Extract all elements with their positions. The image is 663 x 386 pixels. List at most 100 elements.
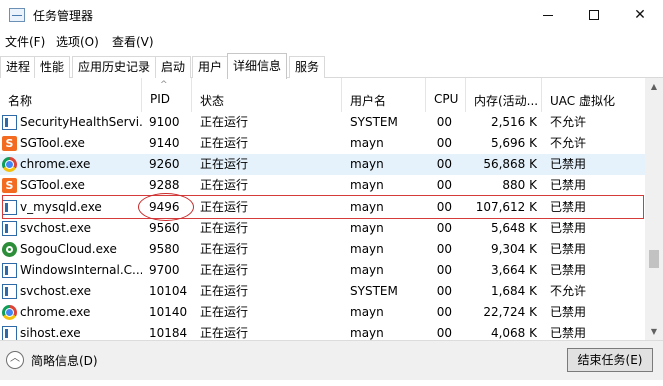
process-pid: 9580 [149, 242, 180, 256]
process-user: mayn [350, 178, 384, 192]
tab-strip: 进程 性能 应用历史记录 启动 用户 详细信息 服务 [0, 53, 663, 79]
maximize-button[interactable] [571, 0, 617, 30]
process-user: SYSTEM [350, 115, 398, 129]
process-status: 正在运行 [200, 157, 249, 171]
column-header-uac[interactable]: UAC 虚拟化 [542, 78, 645, 112]
process-status: 正在运行 [200, 178, 249, 192]
column-header-cpu[interactable]: CPU [426, 78, 466, 112]
scroll-down-icon[interactable]: ▼ [645, 323, 663, 340]
process-pid: 9100 [149, 115, 180, 129]
window-title: 任务管理器 [33, 9, 94, 23]
menu-file[interactable]: 文件(F) [5, 33, 45, 50]
process-status: 正在运行 [200, 115, 249, 129]
task-manager-window: 任务管理器 ✕ 文件(F) 选项(O) 查看(V) 进程 性能 应用历史记录 启… [0, 0, 663, 386]
scroll-up-icon[interactable]: ▲ [645, 78, 663, 95]
process-cpu: 00 [436, 200, 452, 214]
process-name: SGTool.exe [20, 136, 85, 150]
tab-users[interactable]: 用户 [192, 56, 229, 78]
process-cpu: 00 [436, 221, 452, 235]
table-row[interactable]: WindowsInternal.C... 9700 正在运行 mayn 00 3… [0, 260, 645, 281]
minimize-icon [543, 14, 553, 16]
end-task-button[interactable]: 结束任务(E) [567, 348, 653, 372]
process-pid: 9560 [149, 221, 180, 235]
process-name: chrome.exe [20, 305, 91, 319]
table-row[interactable]: sihost.exe 10184 正在运行 mayn 00 4,068 K 已禁… [0, 323, 645, 340]
process-name: SogouCloud.exe [20, 242, 117, 256]
process-pid: 9496 [149, 200, 180, 214]
sort-ascending-icon: ^ [160, 80, 168, 90]
process-name: WindowsInternal.C... [20, 263, 142, 277]
process-status: 正在运行 [200, 305, 249, 319]
table-row[interactable]: chrome.exe 10140 正在运行 mayn 00 22,724 K 已… [0, 302, 645, 323]
process-status: 正在运行 [200, 263, 249, 277]
menu-bar: 文件(F) 选项(O) 查看(V) [0, 30, 663, 52]
column-header-name[interactable]: 名称 [0, 78, 142, 112]
tab-performance[interactable]: 性能 [34, 56, 71, 78]
table-row[interactable]: S SGTool.exe 9140 正在运行 mayn 00 5,696 K 不… [0, 133, 645, 154]
tab-startup[interactable]: 启动 [155, 56, 192, 78]
bottom-edge [0, 380, 663, 386]
process-pid: 9288 [149, 178, 180, 192]
tab-processes[interactable]: 进程 [0, 56, 37, 78]
tab-services[interactable]: 服务 [289, 56, 326, 78]
process-user: mayn [350, 136, 384, 150]
process-cpu: 00 [436, 263, 452, 277]
process-memory: 1,684 K [490, 284, 537, 298]
table-row[interactable]: chrome.exe 9260 正在运行 mayn 00 56,868 K 已禁… [0, 154, 645, 175]
process-uac: 已禁用 [550, 221, 587, 235]
process-pid: 10104 [149, 284, 188, 298]
process-user: mayn [350, 157, 384, 171]
menu-view[interactable]: 查看(V) [112, 33, 154, 50]
process-memory: 2,516 K [490, 115, 537, 129]
process-uac: 不允许 [550, 136, 587, 150]
table-row[interactable]: v_mysqld.exe 9496 正在运行 mayn 00 107,612 K… [0, 197, 645, 218]
process-name: chrome.exe [20, 157, 91, 171]
process-cpu: 00 [436, 178, 452, 192]
process-memory: 9,304 K [490, 242, 537, 256]
process-uac: 已禁用 [550, 242, 587, 256]
column-header-status[interactable]: 状态 [192, 78, 342, 112]
vertical-scrollbar[interactable]: ▲ ▼ [645, 78, 663, 340]
process-user: mayn [350, 221, 384, 235]
close-button[interactable]: ✕ [617, 0, 663, 30]
process-pid: 10140 [149, 305, 188, 319]
process-status: 正在运行 [200, 326, 249, 340]
process-pid: 9260 [149, 157, 180, 171]
menu-options[interactable]: 选项(O) [56, 33, 99, 50]
column-header-memory[interactable]: 内存(活动... [466, 78, 542, 112]
maximize-icon [589, 10, 599, 20]
process-user: mayn [350, 326, 384, 340]
process-name: sihost.exe [20, 326, 81, 340]
process-cpu: 00 [436, 305, 452, 319]
table-row[interactable]: svchost.exe 9560 正在运行 mayn 00 5,648 K 已禁… [0, 218, 645, 239]
process-uac: 已禁用 [550, 263, 587, 277]
table-row[interactable]: svchost.exe 10104 正在运行 SYSTEM 00 1,684 K… [0, 281, 645, 302]
process-cpu: 00 [436, 157, 452, 171]
process-name: svchost.exe [20, 221, 91, 235]
process-cpu: 00 [436, 115, 452, 129]
table-row[interactable]: S SGTool.exe 9288 正在运行 mayn 00 880 K 已禁用 [0, 175, 645, 196]
fewer-details-link[interactable]: 简略信息(D) [31, 352, 98, 369]
process-status: 正在运行 [200, 136, 249, 150]
minimize-button[interactable] [525, 0, 571, 30]
column-header-username[interactable]: 用户名 [342, 78, 426, 112]
tab-details[interactable]: 详细信息 [227, 53, 288, 79]
process-uac: 不允许 [550, 115, 587, 129]
process-status: 正在运行 [200, 221, 249, 235]
title-bar[interactable]: 任务管理器 ✕ [0, 0, 663, 30]
process-memory: 107,612 K [475, 200, 537, 214]
table-row[interactable]: SecurityHealthServi... 9100 正在运行 SYSTEM … [0, 112, 645, 133]
process-uac: 已禁用 [550, 157, 587, 171]
table-row[interactable]: SogouCloud.exe 9580 正在运行 mayn 00 9,304 K… [0, 239, 645, 260]
process-pid: 9140 [149, 136, 180, 150]
process-memory: 56,868 K [483, 157, 537, 171]
scrollbar-thumb[interactable] [649, 250, 659, 268]
process-user: mayn [350, 242, 384, 256]
footer-bar: ︿ 简略信息(D) 结束任务(E) [0, 340, 663, 380]
chevron-up-icon[interactable]: ︿ [6, 351, 24, 369]
tab-app-history[interactable]: 应用历史记录 [72, 56, 157, 78]
process-uac: 已禁用 [550, 200, 587, 214]
process-pid: 10184 [149, 326, 188, 340]
process-memory: 4,068 K [490, 326, 537, 340]
process-cpu: 00 [436, 136, 452, 150]
